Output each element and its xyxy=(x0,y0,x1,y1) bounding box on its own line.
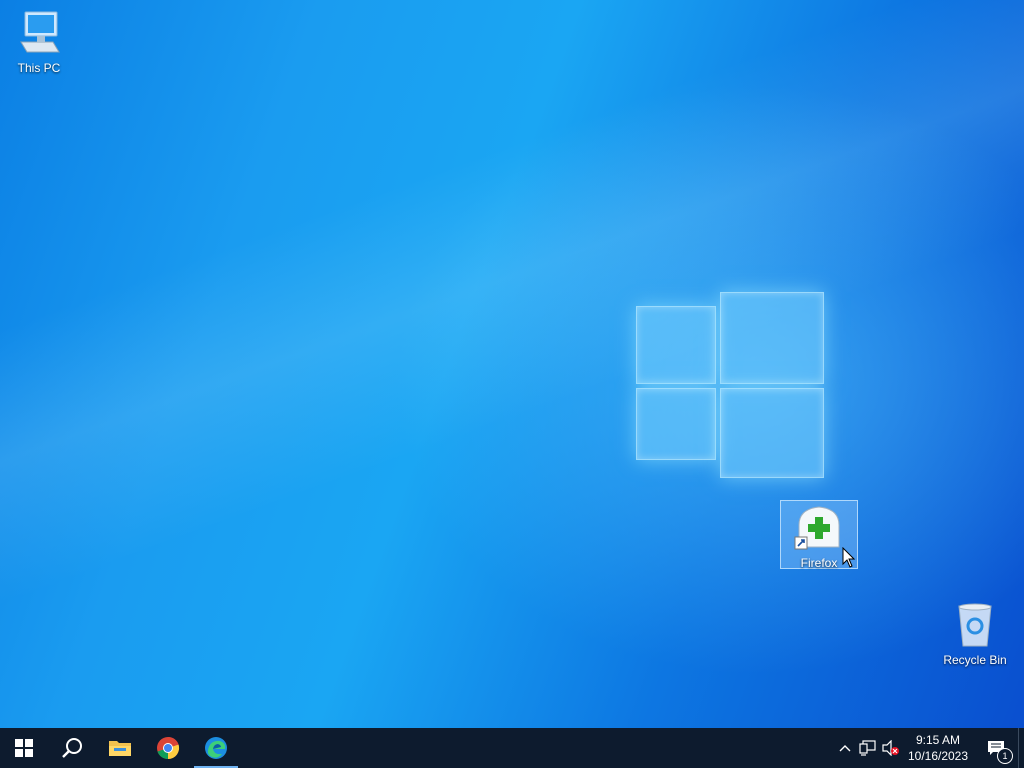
desktop-icon-this-pc[interactable]: This PC xyxy=(1,8,77,75)
action-center-button[interactable]: 1 xyxy=(974,728,1018,768)
taskbar-file-explorer[interactable] xyxy=(96,728,144,768)
file-explorer-icon xyxy=(109,741,131,756)
show-hidden-icons-button[interactable] xyxy=(834,728,856,768)
recycle-bin-icon xyxy=(958,603,992,647)
desktop-icon-label: This PC xyxy=(17,61,61,75)
notification-count-badge: 1 xyxy=(997,748,1013,764)
windows-wallpaper-logo xyxy=(636,290,824,480)
system-tray: 9:15 AM 10/16/2023 1 xyxy=(834,728,1024,768)
taskbar-edge[interactable] xyxy=(192,728,240,768)
start-button[interactable] xyxy=(0,728,48,768)
taskbar-chrome[interactable] xyxy=(144,728,192,768)
search-icon xyxy=(62,738,82,758)
windows-start-icon xyxy=(15,739,33,757)
volume-muted-icon xyxy=(882,740,899,756)
edge-icon xyxy=(205,737,227,759)
chevron-up-icon xyxy=(839,745,851,752)
taskbar-clock[interactable]: 9:15 AM 10/16/2023 xyxy=(902,728,974,768)
network-tray-button[interactable] xyxy=(856,728,880,768)
wallpaper-light-beam xyxy=(0,0,1024,728)
search-button[interactable] xyxy=(48,728,96,768)
taskbar: 9:15 AM 10/16/2023 1 xyxy=(0,728,1024,768)
desktop-background: This PC Firefox Recycle Bin xyxy=(0,0,1024,728)
clock-time: 9:15 AM xyxy=(915,733,961,747)
show-desktop-button[interactable] xyxy=(1018,728,1024,768)
computer-icon xyxy=(20,11,60,53)
chrome-icon xyxy=(157,736,180,760)
mouse-cursor-icon xyxy=(842,547,856,568)
desktop-icon-recycle-bin[interactable]: Recycle Bin xyxy=(936,602,1014,667)
volume-tray-button[interactable] xyxy=(880,728,902,768)
clock-date: 10/16/2023 xyxy=(907,749,969,763)
desktop-icon-label: Recycle Bin xyxy=(943,653,1007,667)
installer-shortcut-icon xyxy=(794,506,840,550)
network-icon xyxy=(859,740,876,756)
